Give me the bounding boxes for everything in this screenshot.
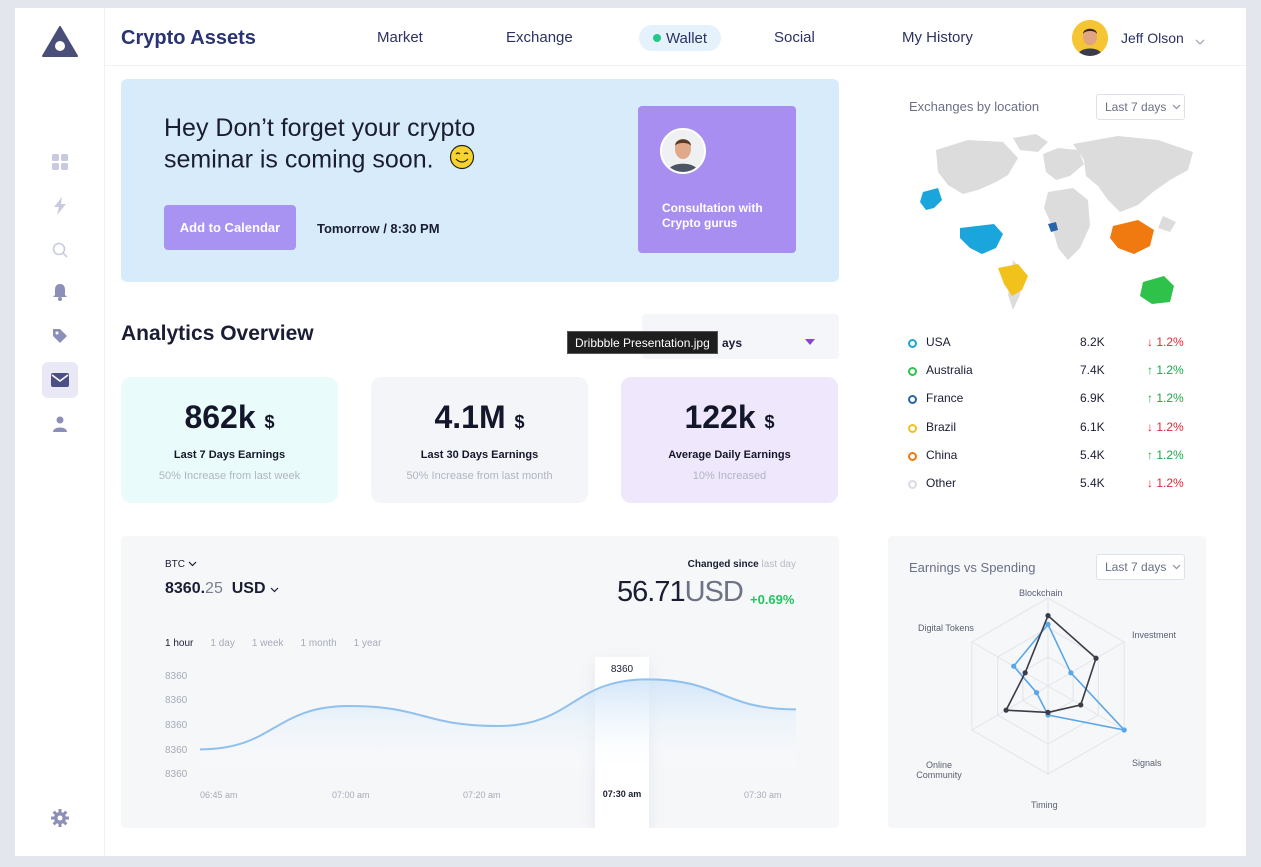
legend-dot-icon	[908, 424, 917, 433]
stat-value: 122k $	[684, 399, 775, 435]
x-tick-label: 07:30 am	[744, 790, 782, 800]
dashboard-icon[interactable]	[42, 144, 78, 180]
btc-chart-panel: BTC 8360.25 USD Changed since last day 5…	[121, 536, 839, 828]
lightning-icon[interactable]	[42, 188, 78, 224]
spending-point	[1045, 621, 1051, 627]
list-item[interactable]: Brazil 6.1K ↓ 1.2%	[908, 420, 1193, 440]
nav-market[interactable]: Market	[377, 29, 423, 46]
seminar-time: Tomorrow / 8:30 PM	[317, 221, 440, 236]
analytics-title: Analytics Overview	[121, 322, 314, 345]
earnings-point	[1003, 707, 1009, 713]
banner-line-2: seminar is coming soon.	[164, 145, 434, 174]
file-tooltip: Dribbble Presentation.jpg	[567, 331, 718, 354]
consultation-card[interactable]: Consultation with Crypto gurus	[638, 106, 796, 253]
exchanges-range-dropdown[interactable]: Last 7 days	[1096, 94, 1185, 120]
stat-label: Last 7 Days Earnings	[173, 449, 286, 461]
stat-value: 862k $	[184, 399, 275, 435]
stat-subtext: 50% Increase from last week	[158, 470, 301, 482]
stat-label: Average Daily Earnings	[668, 449, 791, 461]
legend-dot-icon	[908, 367, 917, 376]
active-dot-icon	[652, 34, 661, 42]
add-to-calendar-button[interactable]: Add to Calendar	[164, 205, 296, 250]
caret-down-icon	[805, 339, 815, 345]
sidebar	[15, 8, 105, 856]
stat-value: 4.1M $	[434, 399, 525, 435]
smiley-icon	[449, 144, 475, 178]
consultant-avatar	[660, 128, 706, 174]
earnings-point	[1045, 709, 1051, 715]
chart-area	[200, 679, 796, 776]
logo-icon[interactable]	[42, 26, 78, 58]
stat-label: Last 30 Days Earnings	[420, 449, 539, 461]
app-title: Crypto Assets	[121, 27, 256, 49]
chevron-down-icon[interactable]	[1195, 32, 1205, 50]
nav-wallet[interactable]: Wallet	[639, 25, 721, 51]
exchanges-title: Exchanges by location	[909, 99, 1040, 114]
banner-line-1: Hey Don’t forget your crypto	[164, 114, 476, 142]
bell-icon[interactable]	[42, 274, 78, 310]
stat-subtext: 10% Increased	[692, 470, 767, 482]
legend-dot-icon	[908, 395, 917, 404]
legend-dot-icon	[908, 480, 917, 489]
earnings-point	[1045, 613, 1051, 619]
nav-social[interactable]: Social	[774, 29, 815, 46]
consult-line-1: Consultation with	[662, 201, 763, 215]
list-item[interactable]: Australia 7.4K ↑ 1.2%	[908, 363, 1193, 383]
search-icon[interactable]	[42, 232, 78, 268]
settings-icon[interactable]	[42, 800, 78, 836]
avatar[interactable]	[1072, 20, 1108, 56]
earnings-spending-panel: Earnings vs Spending Last 7 days Blockch…	[888, 536, 1206, 828]
analytics-period-value: ays	[722, 336, 743, 350]
x-tick-label: 06:45 am	[200, 790, 238, 800]
tag-icon[interactable]	[42, 318, 78, 354]
stat-card-30-days: 4.1M $ Last 30 Days Earnings 50% Increas…	[371, 377, 588, 503]
nav-my-history[interactable]: My History	[902, 29, 973, 46]
stat-card-7-days: 862k $ Last 7 Days Earnings 50% Increase…	[121, 377, 338, 503]
nav-wallet-label: Wallet	[665, 29, 708, 47]
user-name[interactable]: Jeff Olson	[1121, 30, 1184, 46]
legend-dot-icon	[908, 339, 917, 348]
earnings-point	[1078, 702, 1084, 708]
x-tick-label: 07:20 am	[463, 790, 501, 800]
consult-line-2: Crypto gurus	[662, 216, 738, 230]
earnings-point	[1093, 655, 1099, 661]
list-item[interactable]: Other 5.4K ↓ 1.2%	[908, 476, 1193, 496]
legend-dot-icon	[908, 452, 917, 461]
banner-title: Hey Don’t forget your crypto seminar is …	[164, 113, 524, 178]
consultation-text: Consultation with Crypto gurus	[662, 201, 782, 231]
seminar-banner: Hey Don’t forget your crypto seminar is …	[121, 79, 839, 282]
spending-point	[1033, 690, 1040, 696]
btc-line-chart	[199, 678, 797, 776]
list-item[interactable]: China 5.4K ↑ 1.2%	[908, 448, 1193, 468]
mail-icon[interactable]	[42, 362, 78, 398]
stat-card-daily: 122k $ Average Daily Earnings 10% Increa…	[621, 377, 838, 503]
radar-chart	[971, 597, 1127, 775]
list-item[interactable]: France 6.9K ↑ 1.2%	[908, 391, 1193, 411]
list-item[interactable]: USA 8.2K ↓ 1.2%	[908, 335, 1193, 355]
user-icon[interactable]	[42, 406, 78, 442]
app-window: Crypto Assets Market Exchange Wallet Soc…	[15, 8, 1246, 856]
stat-subtext: 50% Increase from last month	[406, 470, 553, 482]
spending-point	[1011, 663, 1017, 669]
nav-exchange[interactable]: Exchange	[506, 29, 573, 46]
spending-point	[1068, 670, 1074, 676]
earnings-point	[1022, 670, 1028, 676]
chevron-down-icon	[1172, 104, 1181, 110]
spending-point	[1121, 727, 1127, 733]
x-tick-label: 07:00 am	[332, 790, 370, 800]
top-bar: Crypto Assets Market Exchange Wallet Soc…	[105, 8, 1246, 66]
world-map	[920, 134, 1193, 310]
